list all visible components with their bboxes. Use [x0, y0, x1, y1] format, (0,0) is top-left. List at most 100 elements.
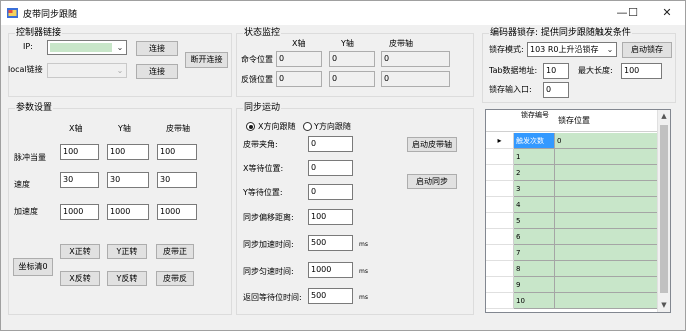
latch-input-field[interactable]: 0 [543, 82, 569, 98]
latch-position-cell[interactable] [555, 181, 658, 197]
return-time-input[interactable]: 500 [308, 288, 353, 304]
table-row[interactable]: 10 [486, 293, 658, 309]
row-header-cell[interactable] [486, 213, 514, 229]
latch-data-grid[interactable]: 锁存编号 锁存位置 ▸ 触发次数 0 1 2 3 4 5 6 7 8 9 10 ▲ ▼ [485, 109, 671, 313]
x-forward-button[interactable]: X正转 [60, 244, 100, 259]
row-header-cell[interactable] [486, 245, 514, 261]
fb-y-field[interactable]: 0 [329, 71, 375, 87]
y-wait-input[interactable]: 0 [308, 184, 353, 200]
row-header-cell[interactable] [486, 293, 514, 309]
offset-input[interactable]: 100 [308, 209, 353, 225]
local-connect-button[interactable]: 连接 [136, 64, 178, 79]
row-header-cell[interactable] [486, 181, 514, 197]
table-row[interactable]: 7 [486, 245, 658, 261]
tab-addr-input[interactable]: 10 [543, 63, 569, 79]
grid-vertical-scrollbar[interactable]: ▲ ▼ [657, 110, 670, 312]
maximize-button[interactable]: ☐ [618, 4, 648, 22]
connect-button[interactable]: 连接 [136, 41, 178, 56]
fb-belt-field[interactable]: 0 [381, 71, 450, 87]
belt-angle-input[interactable]: 0 [308, 136, 353, 152]
x-follow-label[interactable]: X方向跟随 [258, 121, 295, 133]
latch-position-cell[interactable] [555, 293, 658, 309]
zero-coords-button[interactable]: 坐标清0 [13, 258, 53, 276]
latch-index-cell[interactable]: 6 [514, 229, 555, 245]
row-header-cell[interactable] [486, 165, 514, 181]
row-header-cell[interactable] [486, 197, 514, 213]
latch-index-cell[interactable]: 2 [514, 165, 555, 181]
table-row[interactable]: 5 [486, 213, 658, 229]
latch-index-cell[interactable]: 8 [514, 261, 555, 277]
cmd-y-field[interactable]: 0 [329, 51, 375, 67]
belt-forward-button[interactable]: 皮带正 [156, 244, 194, 259]
latch-index-cell[interactable]: 4 [514, 197, 555, 213]
disconnect-button[interactable]: 断开连接 [185, 52, 228, 68]
y-forward-button[interactable]: Y正转 [107, 244, 147, 259]
row-header-cell[interactable] [486, 149, 514, 165]
latch-index-cell[interactable]: 9 [514, 277, 555, 293]
speed-x-input[interactable]: 30 [60, 172, 99, 188]
cmd-belt-field[interactable]: 0 [381, 51, 450, 67]
table-row[interactable]: 3 [486, 181, 658, 197]
max-length-input[interactable]: 100 [621, 63, 662, 79]
start-latch-button[interactable]: 启动锁存 [622, 42, 672, 58]
start-sync-button[interactable]: 启动同步 [407, 174, 457, 189]
table-row[interactable]: ▸ 触发次数 0 [486, 133, 658, 149]
table-row[interactable]: 9 [486, 277, 658, 293]
y-follow-label[interactable]: Y方向跟随 [314, 121, 351, 133]
latch-index-cell[interactable]: 10 [514, 293, 555, 309]
row-header-cell[interactable] [486, 229, 514, 245]
latch-index-cell[interactable]: 触发次数 [514, 133, 555, 149]
latch-position-cell[interactable] [555, 149, 658, 165]
close-button[interactable]: ✕ [652, 4, 682, 22]
start-belt-button[interactable]: 启动皮带轴 [407, 137, 457, 152]
row-header-cell[interactable]: ▸ [486, 133, 514, 149]
table-row[interactable]: 6 [486, 229, 658, 245]
grid-header-index[interactable]: 锁存编号 [517, 111, 553, 120]
latch-position-cell[interactable]: 0 [555, 133, 658, 149]
latch-position-cell[interactable] [555, 229, 658, 245]
x-reverse-button[interactable]: X反转 [60, 271, 100, 286]
pulse-belt-input[interactable]: 100 [157, 144, 197, 160]
latch-index-cell[interactable]: 5 [514, 213, 555, 229]
cmd-x-field[interactable]: 0 [276, 51, 322, 67]
pulse-x-input[interactable]: 100 [60, 144, 99, 160]
latch-position-cell[interactable] [555, 197, 658, 213]
fb-x-field[interactable]: 0 [276, 71, 322, 87]
latch-mode-combo[interactable]: 103 R0上升沿锁存 ⌄ [527, 42, 617, 57]
latch-index-cell[interactable]: 3 [514, 181, 555, 197]
pulse-y-input[interactable]: 100 [107, 144, 149, 160]
latch-index-cell[interactable]: 7 [514, 245, 555, 261]
latch-position-cell[interactable] [555, 245, 658, 261]
latch-position-cell[interactable] [555, 213, 658, 229]
scroll-up-icon[interactable]: ▲ [658, 110, 670, 123]
scroll-down-icon[interactable]: ▼ [658, 299, 670, 312]
row-header-cell[interactable] [486, 261, 514, 277]
accel-x-input[interactable]: 1000 [60, 204, 99, 220]
row-header-cell[interactable] [486, 277, 514, 293]
uniform-time-input[interactable]: 1000 [308, 262, 353, 278]
belt-reverse-button[interactable]: 皮带反 [156, 271, 194, 286]
accel-time-input[interactable]: 500 [308, 235, 353, 251]
cmd-position-label: 命令位置 [241, 55, 273, 64]
local-combo[interactable]: ⌄ [47, 63, 127, 78]
latch-position-cell[interactable] [555, 261, 658, 277]
y-reverse-button[interactable]: Y反转 [107, 271, 147, 286]
speed-y-input[interactable]: 30 [107, 172, 149, 188]
speed-belt-input[interactable]: 30 [157, 172, 197, 188]
y-follow-radio[interactable] [303, 122, 312, 131]
x-follow-radio[interactable] [246, 122, 255, 131]
x-wait-input[interactable]: 0 [308, 160, 353, 176]
scroll-thumb[interactable] [660, 125, 668, 293]
latch-position-cell[interactable] [555, 165, 658, 181]
table-row[interactable]: 4 [486, 197, 658, 213]
latch-position-cell[interactable] [555, 277, 658, 293]
accel-belt-input[interactable]: 1000 [157, 204, 197, 220]
accel-y-input[interactable]: 1000 [107, 204, 149, 220]
latch-index-cell[interactable]: 1 [514, 149, 555, 165]
main-window: 皮带同步跟随 — ☐ ✕ 控制器链接 IP: ⌄ 连接 断开连接 local链接… [0, 0, 686, 331]
grid-header-position[interactable]: 锁存位置 [558, 115, 590, 127]
table-row[interactable]: 1 [486, 149, 658, 165]
ip-combo[interactable]: ⌄ [47, 40, 127, 55]
table-row[interactable]: 8 [486, 261, 658, 277]
table-row[interactable]: 2 [486, 165, 658, 181]
